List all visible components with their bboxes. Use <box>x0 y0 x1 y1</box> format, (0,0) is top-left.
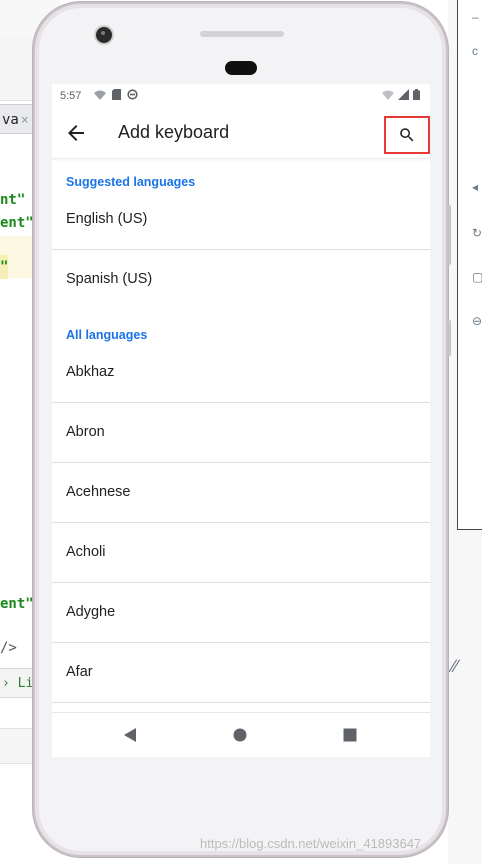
speaker-grille <box>200 31 284 37</box>
list-item-label: Abron <box>66 424 105 440</box>
nav-home-icon <box>233 728 247 742</box>
watermark-text: https://blog.csdn.net/weixin_41893647 <box>200 836 422 851</box>
list-item-label: Abkhaz <box>66 364 115 380</box>
rotate-icon[interactable]: ↻ <box>472 226 482 240</box>
ide-code-line: ent" <box>0 215 34 231</box>
signal-icon <box>398 89 409 100</box>
list-item-label: Acehnese <box>66 484 131 500</box>
ide-code-line: nt" <box>0 192 26 208</box>
nav-back-icon <box>124 728 136 742</box>
screenshot-icon[interactable]: ▢ <box>472 270 482 284</box>
nav-recents-icon <box>343 728 357 742</box>
close-icon[interactable]: × <box>21 113 29 128</box>
status-bar: 5:57 <box>52 84 430 108</box>
nav-back-button[interactable] <box>120 725 140 745</box>
arrow-back-icon <box>68 125 84 141</box>
list-item[interactable]: Abkhaz <box>52 344 430 403</box>
list-item[interactable]: Acehnese <box>52 464 430 523</box>
list-item-label: English (US) <box>66 211 148 227</box>
back-button[interactable] <box>64 121 88 145</box>
page-title: Add keyboard <box>118 122 230 142</box>
list-item[interactable]: Adyghe <box>52 584 430 643</box>
sd-card-icon <box>112 89 121 100</box>
front-camera-icon <box>96 27 112 43</box>
list-item[interactable]: Abron <box>52 404 430 463</box>
list-item[interactable]: English (US) <box>52 191 430 250</box>
rotate-icon[interactable]: ◂ <box>472 180 482 194</box>
data-saver-icon <box>127 89 138 100</box>
list-item-label: Adyghe <box>66 604 116 620</box>
section-header-suggested: Suggested languages <box>66 175 196 189</box>
resize-handle-icon[interactable]: ∕∕ <box>452 656 462 677</box>
power-button[interactable] <box>446 320 451 356</box>
nav-recents-button[interactable] <box>340 725 360 745</box>
wifi-icon <box>382 90 394 100</box>
tool-icon[interactable]: c <box>472 44 482 58</box>
list-item[interactable]: Spanish (US) <box>52 251 430 310</box>
status-time: 5:57 <box>60 90 82 102</box>
list-item[interactable]: Acholi <box>52 524 430 583</box>
status-system-icons <box>382 89 420 100</box>
list-item-label: Afar <box>66 664 93 680</box>
ide-tool-window <box>457 0 482 530</box>
minimize-icon[interactable]: – <box>472 10 482 24</box>
status-notification-icons <box>94 89 138 100</box>
list-item-label: Spanish (US) <box>66 271 153 287</box>
ide-code-line: ent" <box>0 596 34 612</box>
ide-code-line: " <box>0 259 9 275</box>
zoom-icon[interactable]: ⊖ <box>472 314 482 328</box>
app-toolbar: Add keyboard <box>52 108 430 159</box>
android-screen: 5:57 Add keyboard Suggested languages En <box>52 84 430 757</box>
list-item-label: Acholi <box>66 544 106 560</box>
list-item[interactable]: Afar <box>52 644 430 703</box>
search-icon <box>400 128 414 142</box>
ide-code-line: /> <box>0 640 17 656</box>
search-button[interactable] <box>384 116 430 154</box>
nav-home-button[interactable] <box>230 725 250 745</box>
proximity-sensor <box>225 61 257 75</box>
battery-icon <box>413 89 420 100</box>
ide-tab-label: va <box>2 112 19 128</box>
wifi-off-icon <box>94 90 106 100</box>
section-header-all: All languages <box>66 328 148 342</box>
navigation-bar <box>52 712 430 757</box>
volume-button[interactable] <box>446 205 451 265</box>
